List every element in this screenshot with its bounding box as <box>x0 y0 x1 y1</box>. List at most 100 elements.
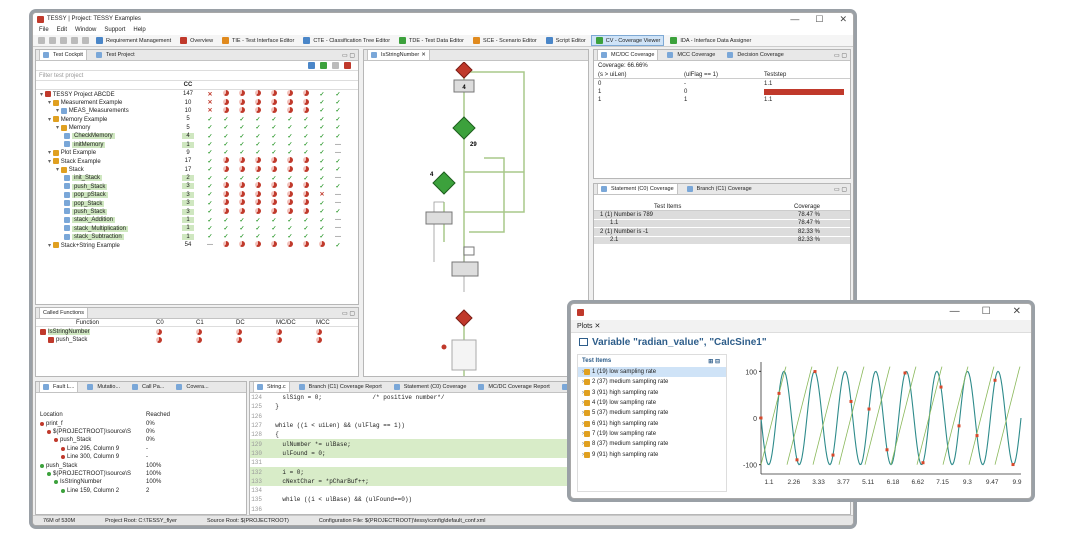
perspective-3[interactable]: CTE - Classification Tree Editor <box>299 36 393 45</box>
test-item[interactable]: › 3 (91) high sampling rate <box>578 388 726 398</box>
tab-call-pa-[interactable]: Call Pa... <box>129 382 167 392</box>
test-item[interactable]: › 2 (37) medium sampling rate <box>578 377 726 387</box>
reach-row[interactable]: push_Stack 0% <box>36 436 246 444</box>
perspective-5[interactable]: SCE - Scenario Editor <box>469 36 540 45</box>
test-item[interactable]: › 7 (19) low sampling rate <box>578 429 726 439</box>
tree-node[interactable]: stack_Multiplication <box>36 225 129 232</box>
menu-item-file[interactable]: File <box>39 27 49 33</box>
tree-node[interactable]: ▾ Plot Example <box>36 149 96 156</box>
test-item[interactable]: › 4 (19) low sampling rate <box>578 398 726 408</box>
branch-row[interactable]: 1.1 78.47 % <box>594 219 850 229</box>
mcdc-row[interactable]: 10 <box>594 88 850 96</box>
tree-row[interactable]: initMemory 1 ✓ ✓ ✓ ✓ ✓ ✓ ✓ ✓ — <box>36 140 358 148</box>
options-icon[interactable] <box>332 62 339 69</box>
expand-arrow-icon[interactable]: ▾ <box>56 125 61 131</box>
tree-node[interactable]: pop_pStack <box>36 191 108 199</box>
tab-covera-[interactable]: Covera... <box>173 382 211 392</box>
maximize-button[interactable]: ☐ <box>982 306 991 317</box>
tree-row[interactable]: ▾ Stack+String Example 54 — ✓ <box>36 241 358 249</box>
filter-input[interactable]: Filter test project <box>36 71 358 81</box>
tab-mutatio-[interactable]: Mutatio... <box>84 382 123 392</box>
reach-row[interactable]: $(PROJECTROOT)\source\S 100% <box>36 470 246 478</box>
tree-node[interactable]: push_Stack <box>36 208 108 215</box>
perspective-0[interactable]: Requirement Management <box>92 36 174 45</box>
filter-icon[interactable] <box>344 62 351 69</box>
tree-row[interactable]: pop_Stack 3 ✓ ✓ — <box>36 199 358 207</box>
panel-controls-icon[interactable]: ▭ ▢ <box>342 52 355 59</box>
tree-row[interactable]: ▾ TESSY Project ABCDE 147 ✕ ✓ ✓ <box>36 90 358 98</box>
called-row[interactable]: IsStringNumber <box>36 327 358 335</box>
expand-icon[interactable] <box>308 62 315 69</box>
tree-row[interactable]: ▾ Stack Example 17 ✓ ✓ ✓ <box>36 157 358 165</box>
tree-node[interactable]: CheckMemory <box>36 132 115 140</box>
reach-row[interactable]: print_f 0% <box>36 419 246 427</box>
tab-mcc-coverage[interactable]: MCC Coverage <box>664 50 718 60</box>
expand-collapse-icon[interactable]: ⊞ ⊟ <box>708 358 720 365</box>
reach-row[interactable]: $(PROJECTROOT)\source\S 0% <box>36 428 246 436</box>
reach-row[interactable]: Line 295, Column 9 - <box>36 445 246 453</box>
tab-string-c[interactable]: String.c <box>253 382 290 392</box>
panel-controls-icon[interactable]: ▭ ▢ <box>834 52 847 59</box>
tree-row[interactable]: ▾ Measurement Example 10 ✕ ✓ ✓ <box>36 98 358 106</box>
maximize-button[interactable]: ☐ <box>815 14 823 25</box>
plots-tab[interactable]: Plots ✕ <box>577 322 600 330</box>
refresh-icon[interactable] <box>82 37 89 44</box>
expand-arrow-icon[interactable]: ▾ <box>56 108 61 114</box>
panel-controls-icon[interactable]: ▭ ▢ <box>834 186 847 193</box>
branch-row[interactable]: 1 (1) Number is 789 78.47 % <box>594 211 850 220</box>
close-button[interactable]: ✕ <box>839 14 847 25</box>
expand-arrow-icon[interactable]: ▾ <box>48 100 53 106</box>
tab-fault-l-[interactable]: Fault L... <box>39 382 79 392</box>
tree-node[interactable]: initMemory <box>36 141 106 148</box>
tab-test-project[interactable]: Test Project <box>93 50 138 60</box>
tree-node[interactable]: push_Stack <box>36 183 108 190</box>
tree-row[interactable]: pop_pStack 3 ✓ ✕ — <box>36 190 358 199</box>
tree-node[interactable]: ▾ Memory Example <box>36 116 107 123</box>
tree-node[interactable]: ▾ Stack+String Example <box>36 242 120 249</box>
tree-node[interactable]: ▾ Stack <box>36 166 84 173</box>
tree-node[interactable]: init_Stack <box>36 174 103 182</box>
tab-test-cockpit[interactable]: Test Cockpit <box>39 50 87 60</box>
tree-row[interactable]: ▾ Stack 17 ✓ ✓ ✓ <box>36 165 358 174</box>
branch-row[interactable]: 2 (1) Number is -1 82.33 % <box>594 228 850 237</box>
called-functions-tab[interactable]: Called Functions <box>39 308 88 318</box>
tree-node[interactable]: ▾ TESSY Project ABCDE <box>36 91 115 98</box>
expand-arrow-icon[interactable]: ▾ <box>48 243 53 249</box>
menu-item-support[interactable]: Support <box>104 27 125 33</box>
tab-mc-dc-coverage[interactable]: MC/DC Coverage <box>597 50 659 60</box>
minimize-button[interactable]: — <box>950 306 960 317</box>
test-item[interactable]: › 9 (91) high sampling rate <box>578 449 726 459</box>
tab-decision-coverage[interactable]: Decision Coverage <box>724 50 786 60</box>
tab-statement-c0-coverage[interactable]: Statement (C0) Coverage <box>597 184 678 194</box>
copy-icon[interactable] <box>38 37 45 44</box>
run-icon[interactable] <box>320 62 327 69</box>
expand-arrow-icon[interactable]: ▾ <box>48 117 53 123</box>
perspective-4[interactable]: TDE - Test Data Editor <box>395 36 467 45</box>
tree-row[interactable]: push_Stack 3 ✓ ✓ ✓ <box>36 207 358 215</box>
menu-item-window[interactable]: Window <box>75 27 96 33</box>
perspective-6[interactable]: Script Editor <box>542 36 589 45</box>
expand-arrow-icon[interactable]: ▾ <box>48 159 53 165</box>
tab-isstringnumber[interactable]: IsStringNumber ✕ <box>367 50 430 60</box>
redo-icon[interactable] <box>71 37 78 44</box>
expand-arrow-icon[interactable]: ▾ <box>56 167 61 173</box>
tree-row[interactable]: CheckMemory 4 ✓ ✓ ✓ ✓ ✓ ✓ ✓ ✓ ✓ <box>36 132 358 140</box>
test-item[interactable]: › 5 (37) medium sampling rate <box>578 408 726 418</box>
code-line[interactable]: 136 <box>250 505 850 514</box>
mcdc-row[interactable]: 0 - 1.1 <box>594 79 850 87</box>
tree-row[interactable]: stack_Multiplication 1 ✓ ✓ ✓ ✓ ✓ ✓ ✓ ✓ — <box>36 224 358 232</box>
perspective-8[interactable]: IDA - Interface Data Assigner <box>666 36 754 45</box>
tree-node[interactable]: ▾ Memory <box>36 124 90 131</box>
test-item[interactable]: › 6 (91) high sampling rate <box>578 418 726 428</box>
mcdc-row[interactable]: 1 1 1.1 <box>594 96 850 104</box>
tree-row[interactable]: ▾ Memory Example 5 ✓ ✓ ✓ ✓ ✓ ✓ ✓ ✓ ✓ <box>36 115 358 123</box>
perspective-2[interactable]: TIE - Test Interface Editor <box>218 36 297 45</box>
panel-controls-icon[interactable]: ▭ ▢ <box>342 310 355 317</box>
tree-node[interactable]: pop_Stack <box>36 199 105 207</box>
reach-row[interactable]: Line 159, Column 2 2 <box>36 487 246 495</box>
tree-node[interactable]: ▾ Stack Example <box>36 158 101 165</box>
tree-node[interactable]: ▾ Measurement Example <box>36 99 122 106</box>
tree-node[interactable]: stack_Subtraction <box>36 233 124 241</box>
tab-branch-c1-coverage[interactable]: Branch (C1) Coverage <box>684 184 755 194</box>
called-row[interactable]: push_Stack <box>36 336 358 344</box>
